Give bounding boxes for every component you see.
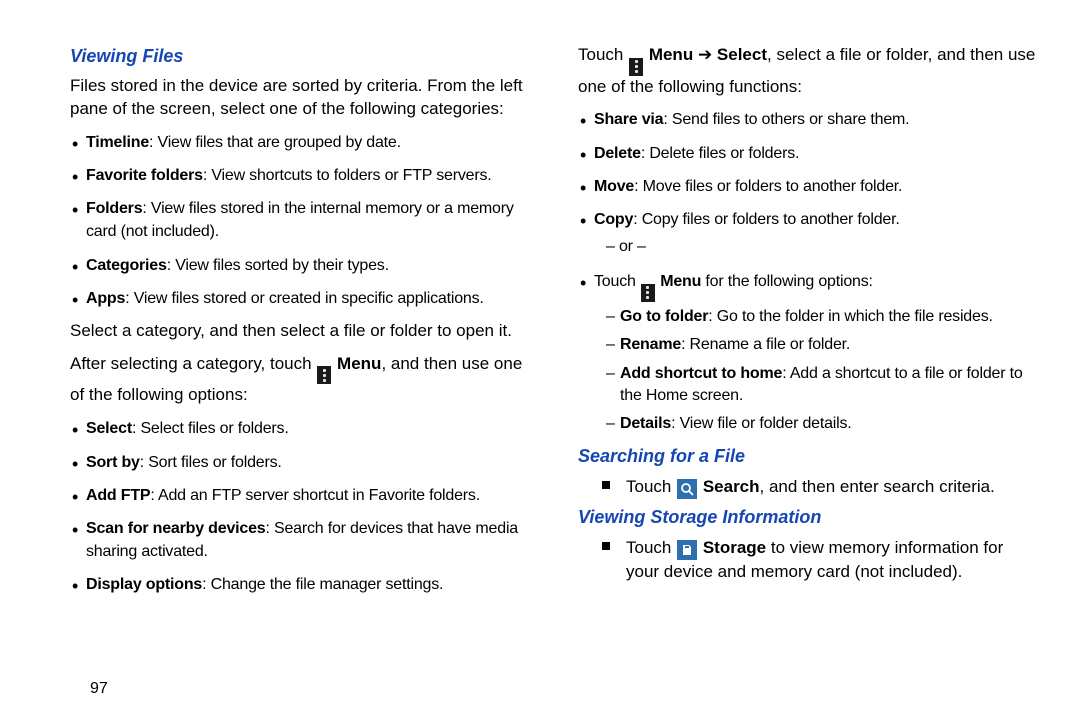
list-item: Apps: View files stored or created in sp… [70,287,530,310]
menu-icon [629,58,643,76]
list-item: Go to folder: Go to the folder in which … [606,306,1038,328]
list-item: Touch Menu for the following options: Go… [578,270,1038,435]
functions-list: Share via: Send files to others or share… [578,108,1038,435]
list-item: Favorite folders: View shortcuts to fold… [70,164,530,187]
list-item: Share via: Send files to others or share… [578,108,1038,131]
list-item: Details: View file or folder details. [606,413,1038,435]
heading-searching: Searching for a File [578,446,1038,467]
manual-page: Viewing Files Files stored in the device… [0,0,1080,617]
page-number: 97 [90,680,108,698]
list-item: Categories: View files sorted by their t… [70,254,530,277]
search-icon [677,479,697,499]
list-item: Touch Storage to view memory information… [602,536,1038,584]
intro-paragraph: Files stored in the device are sorted by… [70,75,530,121]
list-item: Touch Search, and then enter search crit… [602,475,1038,499]
list-item: Rename: Rename a file or folder. [606,334,1038,356]
list-item: Timeline: View files that are grouped by… [70,131,530,154]
touch-menu-select-text: Touch Menu ➔ Select, select a file or fo… [578,44,1038,98]
list-item: Scan for nearby devices: Search for devi… [70,517,530,563]
left-column: Viewing Files Files stored in the device… [70,40,530,607]
list-item: Display options: Change the file manager… [70,573,530,596]
list-item: Copy: Copy files or folders to another f… [578,208,1038,260]
list-item: Select: Select files or folders. [70,417,530,440]
list-item: Move: Move files or folders to another f… [578,175,1038,198]
list-item: Delete: Delete files or folders. [578,142,1038,165]
heading-storage: Viewing Storage Information [578,507,1038,528]
options-list: Select: Select files or folders. Sort by… [70,417,530,596]
storage-icon [677,540,697,560]
list-item: Add FTP: Add an FTP server shortcut in F… [70,484,530,507]
list-item: Add shortcut to home: Add a shortcut to … [606,363,1038,408]
or-text: – or – [594,231,1038,260]
menu-icon [641,284,655,302]
storage-list: Touch Storage to view memory information… [578,536,1038,584]
after-selecting-text: After selecting a category, touch Menu, … [70,353,530,407]
menu-icon [317,366,331,384]
heading-viewing-files: Viewing Files [70,46,530,67]
right-column: Touch Menu ➔ Select, select a file or fo… [578,40,1038,607]
list-item: Sort by: Sort files or folders. [70,451,530,474]
category-list: Timeline: View files that are grouped by… [70,131,530,310]
search-list: Touch Search, and then enter search crit… [578,475,1038,499]
sub-options-list: Go to folder: Go to the folder in which … [594,306,1038,436]
select-category-text: Select a category, and then select a fil… [70,320,530,343]
list-item: Folders: View files stored in the intern… [70,197,530,243]
